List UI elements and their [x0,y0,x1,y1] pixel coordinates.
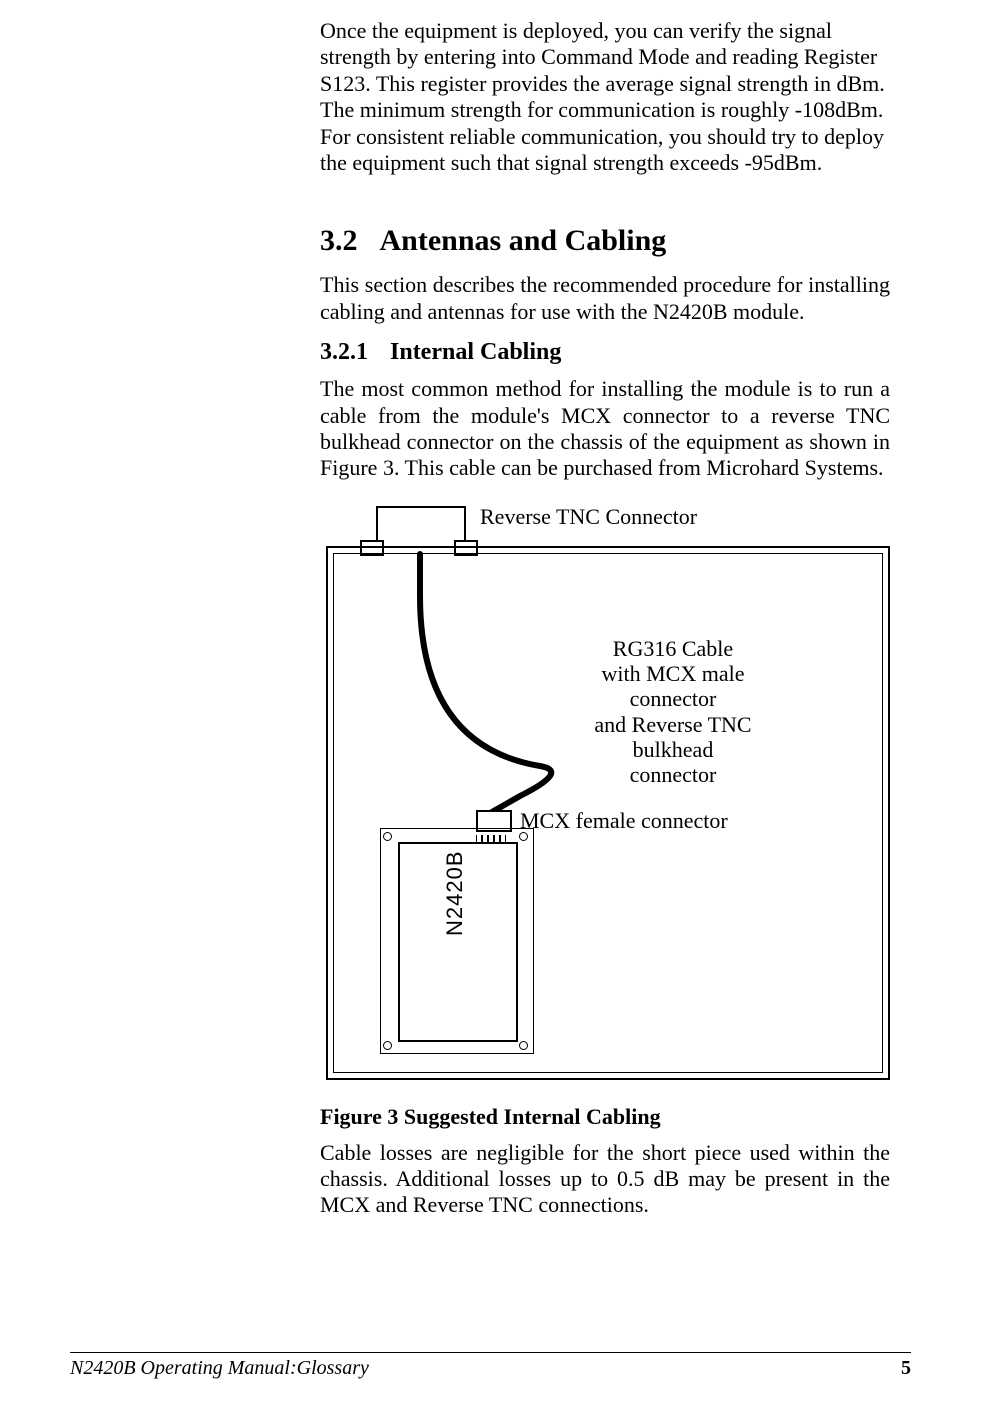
label-rg316-cable: RG316 Cable with MCX male connector and … [570,636,776,788]
module-label: N2420B [442,850,468,936]
subsection-number: 3.2.1 [320,339,368,366]
footer-doc-title: N2420B Operating Manual:Glossary [70,1357,369,1380]
mount-hole-icon [519,832,528,841]
section-3-2-1-heading: 3.2.1 Internal Cabling [320,339,890,366]
section-title: Antennas and Cabling [380,224,667,257]
footer-page-number: 5 [901,1357,911,1380]
section-3-2-heading: 3.2 Antennas and Cabling [320,224,890,258]
figure-3-caption: Figure 3 Suggested Internal Cabling [320,1104,890,1130]
mount-hole-icon [383,1041,392,1050]
section-3-2-1-paragraph: The most common method for installing th… [320,376,890,482]
page-footer: N2420B Operating Manual:Glossary 5 [70,1352,911,1380]
section-3-2-paragraph: This section describes the recommended p… [320,272,890,325]
mount-hole-icon [519,1041,528,1050]
label-mcx-female: MCX female connector [520,808,780,833]
figure-3: Reverse TNC Connector RG316 Cable with M… [320,496,890,1086]
intro-paragraph: Once the equipment is deployed, you can … [320,18,890,176]
section-number: 3.2 [320,224,358,258]
mount-hole-icon [383,832,392,841]
post-figure-paragraph: Cable losses are negligible for the shor… [320,1140,890,1219]
subsection-title: Internal Cabling [390,339,561,365]
